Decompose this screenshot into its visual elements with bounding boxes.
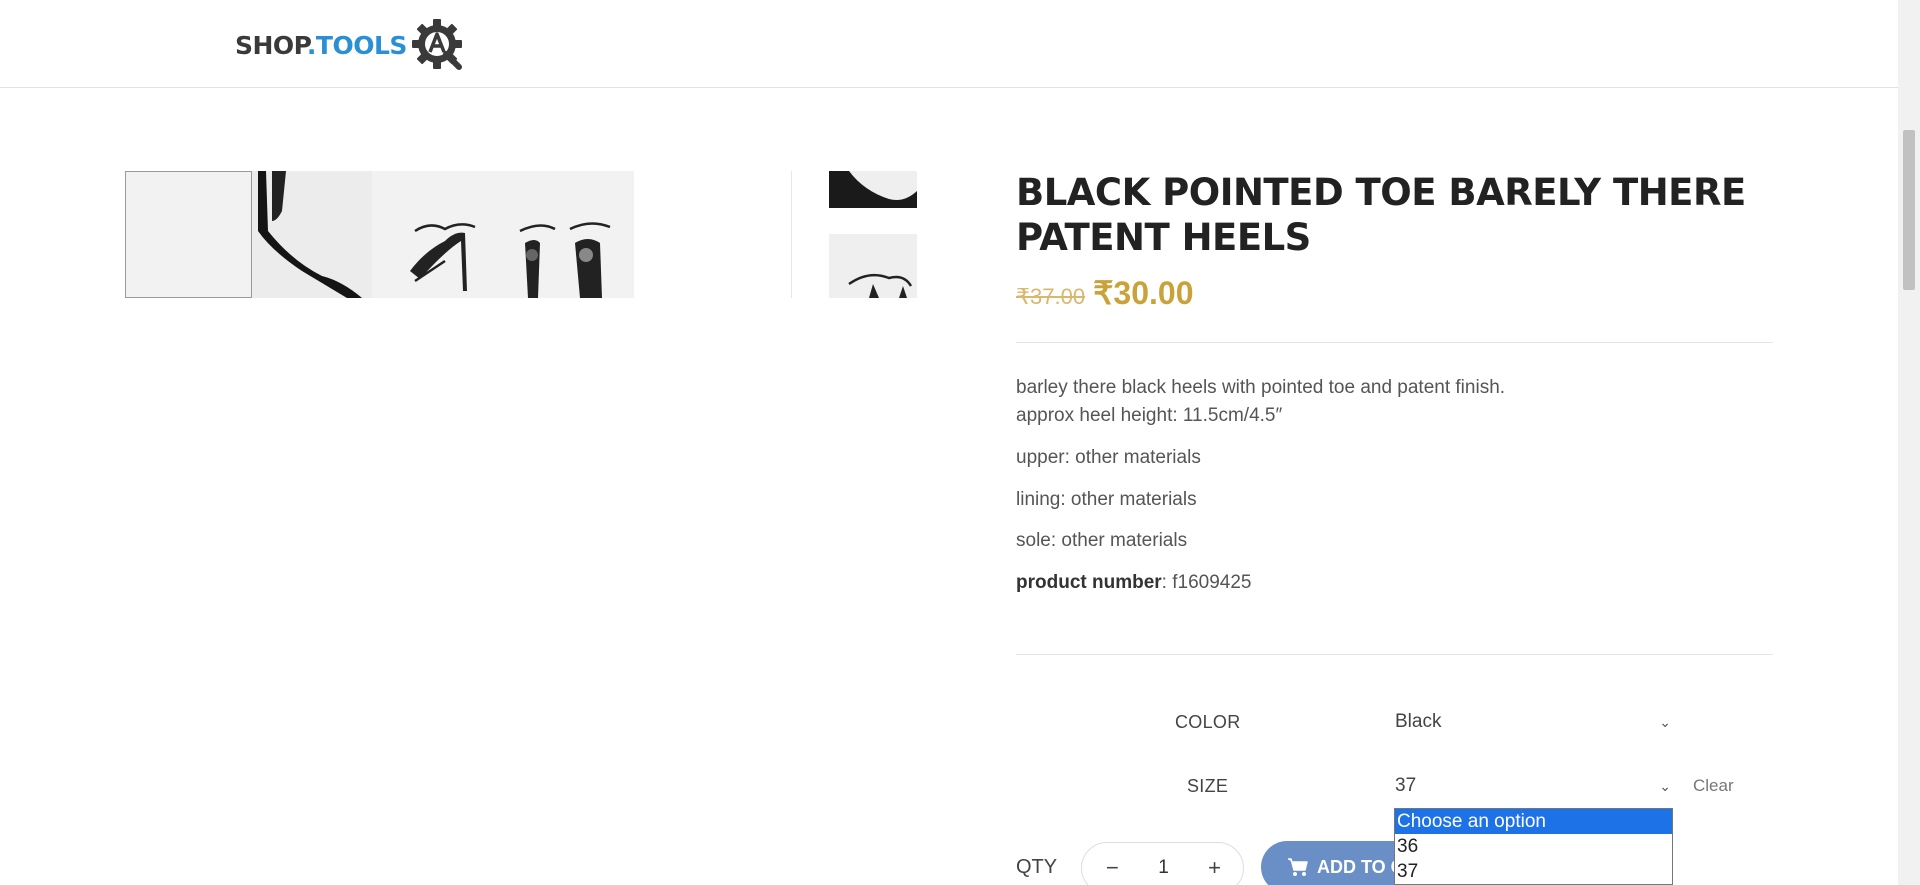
divider <box>1016 654 1773 655</box>
color-label: COLOR <box>1175 712 1241 732</box>
chevron-down-icon: ⌄ <box>1659 714 1671 730</box>
site-header: SHOP.TOOLS <box>0 0 1898 88</box>
price-sale: ₹30.00 <box>1093 275 1194 311</box>
product-image-closeup <box>252 171 372 298</box>
chevron-down-icon: ⌄ <box>1659 778 1671 794</box>
product-gallery[interactable] <box>125 171 634 298</box>
description-lining: lining: other materials <box>1016 489 1197 510</box>
price-row: ₹37.00 ₹30.00 <box>1016 274 1194 312</box>
thumbnail-shoe-image <box>848 273 913 298</box>
logo-tools-text: .TOOLS <box>306 30 408 60</box>
cart-icon <box>1288 858 1308 876</box>
quantity-stepper: − 1 + <box>1081 842 1244 885</box>
product-title: BLACK POINTED TOE BARELY THERE PATENT HE… <box>1016 171 1746 259</box>
size-option[interactable]: 36 <box>1395 834 1672 859</box>
color-select-value: Black <box>1395 711 1442 732</box>
site-logo[interactable]: SHOP.TOOLS <box>235 16 467 74</box>
logo-shop-text: SHOP <box>235 30 307 60</box>
qty-increase-button[interactable]: + <box>1208 855 1221 881</box>
size-label: SIZE <box>1187 776 1229 796</box>
side-thumbnail-1[interactable] <box>829 171 917 208</box>
size-option[interactable]: 37 <box>1395 859 1672 884</box>
side-thumbnail-2[interactable] <box>829 234 917 298</box>
qty-label: QTY <box>1016 856 1058 878</box>
color-select[interactable]: Black ⌄ <box>1395 705 1675 739</box>
size-dropdown-list[interactable]: Choose an option 36 37 <box>1394 808 1673 885</box>
logo-text: SHOP.TOOLS <box>235 31 407 60</box>
product-image-angle-view <box>410 223 476 291</box>
size-option[interactable]: Choose an option <box>1395 809 1672 834</box>
thumbnail-shoe-image <box>829 171 917 208</box>
description-upper: upper: other materials <box>1016 447 1201 468</box>
product-number-value: : f1609425 <box>1161 572 1252 593</box>
product-number-label: product number <box>1016 572 1162 593</box>
gallery-divider <box>791 171 792 298</box>
clear-variations-link[interactable]: Clear <box>1693 776 1734 796</box>
page-scrollbar[interactable] <box>1898 0 1920 885</box>
gallery-active-thumbnail[interactable] <box>125 171 252 298</box>
price-original: ₹37.00 <box>1016 284 1086 309</box>
description-line-1: barley there black heels with pointed to… <box>1016 377 1506 398</box>
size-select-value: 37 <box>1395 775 1417 796</box>
description-line-2: approx heel height: 11.5cm/4.5″ <box>1016 405 1283 426</box>
scrollbar-thumb[interactable] <box>1903 130 1915 290</box>
description-product-number: product number: f1609425 <box>1016 572 1251 594</box>
size-select[interactable]: 37 ⌄ <box>1395 769 1675 803</box>
description-sole: sole: other materials <box>1016 530 1188 551</box>
divider <box>1016 342 1773 343</box>
gear-magnifier-logo-icon <box>411 19 462 70</box>
product-image-back-view <box>519 222 611 298</box>
